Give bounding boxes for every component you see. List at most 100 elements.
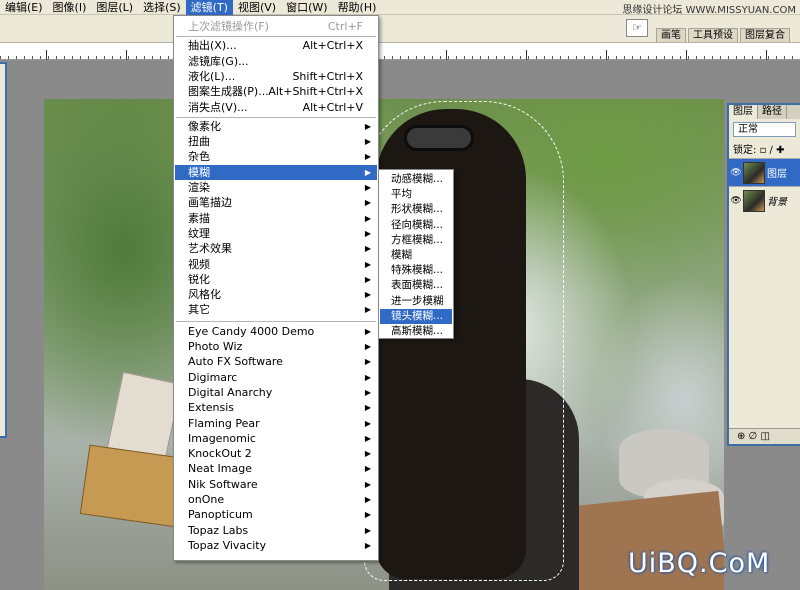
menu-edit[interactable]: 编辑(E) xyxy=(0,0,48,15)
menu-view[interactable]: 视图(V) xyxy=(233,0,281,15)
blur-submenu-item[interactable]: 镜头模糊... xyxy=(380,308,452,324)
filter-menu-item-label: 艺术效果 xyxy=(188,242,232,256)
tab-layer-comps[interactable]: 图层复合 xyxy=(740,28,790,42)
filter-menu-item-label: 扭曲 xyxy=(188,135,210,149)
lock-icons[interactable]: ▫ ∕ ✚ xyxy=(760,145,785,156)
eye-icon[interactable]: 👁 xyxy=(729,168,743,178)
filter-menu-item-label: Nik Software xyxy=(188,477,258,491)
lock-row: 锁定: ▫ ∕ ✚ xyxy=(733,141,796,156)
submenu-arrow-icon: ▶ xyxy=(364,525,371,535)
eye-icon[interactable]: 👁 xyxy=(729,196,743,206)
filter-menu-item[interactable]: 杂色 ▶ xyxy=(175,149,377,164)
filter-menu-item-label: Panopticum xyxy=(188,508,253,522)
filter-menu-item-label: 锐化 xyxy=(188,272,210,286)
submenu-arrow-icon: ▶ xyxy=(364,449,371,459)
layers-panel-footer[interactable]: ⊕ ∅ ◫ xyxy=(729,428,800,444)
filter-menu-item-label: 抽出(X)... xyxy=(188,39,237,53)
blur-submenu-item[interactable]: 特殊模糊... xyxy=(380,263,452,278)
layer-thumbnail xyxy=(743,161,765,184)
menu-layer[interactable]: 图层(L) xyxy=(91,0,138,15)
filter-menu-item[interactable]: KnockOut 2 ▶ xyxy=(175,446,377,461)
submenu-arrow-icon: ▶ xyxy=(364,433,371,443)
filter-menu-item[interactable]: 艺术效果 ▶ xyxy=(175,241,377,256)
filter-menu-item[interactable]: Panopticum ▶ xyxy=(175,507,377,522)
filter-menu-item[interactable]: 视频 ▶ xyxy=(175,257,377,272)
blend-mode-select[interactable]: 正常 xyxy=(733,122,796,137)
filter-menu-item[interactable]: Extensis ▶ xyxy=(175,400,377,415)
filter-menu-item[interactable]: 风格化 ▶ xyxy=(175,287,377,302)
palette-well-icon[interactable]: ☞ xyxy=(626,19,648,37)
filter-menu-item[interactable]: 纹理 ▶ xyxy=(175,226,377,241)
ruler-tick xyxy=(686,50,687,60)
blur-submenu-item[interactable]: 表面模糊... xyxy=(380,278,452,293)
submenu-arrow-icon: ▶ xyxy=(364,167,371,177)
ruler-tick xyxy=(126,50,127,60)
filter-menu-item[interactable]: 画笔描边 ▶ xyxy=(175,195,377,210)
submenu-arrow-icon: ▶ xyxy=(364,290,371,300)
menu-filter[interactable]: 滤镜(T) xyxy=(185,0,233,15)
filter-menu-item[interactable]: 锐化 ▶ xyxy=(175,272,377,287)
filter-menu-item-label: 渲染 xyxy=(188,181,210,194)
filter-menu-item[interactable]: Flaming Pear ▶ xyxy=(175,416,377,431)
filter-menu-item[interactable]: Photo Wiz ▶ xyxy=(175,339,377,354)
submenu-arrow-icon: ▶ xyxy=(364,121,371,131)
blur-submenu-item[interactable]: 高斯模糊... xyxy=(380,324,452,339)
filter-menu-item[interactable]: Neat Image ▶ xyxy=(175,461,377,476)
filter-menu-item[interactable]: Digital Anarchy ▶ xyxy=(175,385,377,400)
filter-menu-item[interactable]: Digimarc ▶ xyxy=(175,370,377,385)
menu-help[interactable]: 帮助(H) xyxy=(333,0,382,15)
filter-menu-item[interactable]: 其它 ▶ xyxy=(175,302,377,317)
filter-menu-item[interactable]: 素描 ▶ xyxy=(175,211,377,226)
tab-brushes[interactable]: 画笔 xyxy=(656,28,686,42)
filter-menu-item[interactable]: Topaz Vivacity ▶ xyxy=(175,538,377,553)
layer-name: 背景 xyxy=(767,197,787,208)
menu-window[interactable]: 窗口(W) xyxy=(281,0,332,15)
submenu-arrow-icon: ▶ xyxy=(364,228,371,238)
filter-menu-item-label: Auto FX Software xyxy=(188,355,283,369)
submenu-arrow-icon: ▶ xyxy=(364,183,371,192)
ruler-tick xyxy=(606,50,607,60)
filter-menu-item[interactable]: 液化(L)... Shift+Ctrl+X xyxy=(175,69,377,84)
filter-menu-item[interactable]: Nik Software ▶ xyxy=(175,477,377,492)
menu-bar: 编辑(E) 图像(I) 图层(L) 选择(S) 滤镜(T) 视图(V) 窗口(W… xyxy=(0,0,800,16)
blur-submenu-item[interactable]: 径向模糊... xyxy=(380,218,452,233)
layer-name: 图层 xyxy=(767,169,787,180)
blur-submenu-item[interactable]: 平均 xyxy=(380,187,452,202)
filter-menu-item[interactable]: 渲染 ▶ xyxy=(175,180,377,195)
menu-image[interactable]: 图像(I) xyxy=(48,0,92,15)
blur-submenu-item[interactable]: 动感模糊... xyxy=(380,172,452,187)
ruler-tick xyxy=(46,50,47,60)
tools-panel-edge xyxy=(0,62,7,438)
filter-menu-item[interactable]: Topaz Labs ▶ xyxy=(175,523,377,538)
menu-separator xyxy=(176,116,376,118)
filter-menu-item-label: Photo Wiz xyxy=(188,340,243,353)
filter-menu-item[interactable]: 模糊 ▶ xyxy=(175,164,377,180)
filter-menu-item[interactable]: 消失点(V)... Alt+Ctrl+V xyxy=(175,100,377,115)
blur-submenu-item[interactable]: 形状模糊... xyxy=(380,202,452,217)
filter-menu-item[interactable]: onOne ▶ xyxy=(175,492,377,507)
layers-panel: 图层 路径 正常 锁定: ▫ ∕ ✚ 👁 图层 👁 背景 ⊕ ∅ ◫ xyxy=(727,103,800,446)
submenu-arrow-icon: ▶ xyxy=(364,510,371,520)
filter-menu-item-label: Flaming Pear xyxy=(188,416,260,430)
filter-menu-item[interactable]: Imagenomic ▶ xyxy=(175,431,377,446)
tab-tool-presets[interactable]: 工具预设 xyxy=(688,28,738,42)
blur-submenu-item[interactable]: 模糊 xyxy=(380,248,452,263)
filter-menu-item[interactable]: Eye Candy 4000 Demo ▶ xyxy=(175,324,377,339)
blur-submenu-item[interactable]: 方框模糊... xyxy=(380,233,452,248)
filter-menu-item-label: 模糊 xyxy=(188,165,210,179)
filter-menu-item[interactable]: 图案生成器(P)... Alt+Shift+Ctrl+X xyxy=(175,84,377,99)
menu-select[interactable]: 选择(S) xyxy=(138,0,186,15)
tab-paths[interactable]: 路径 xyxy=(758,105,787,119)
filter-menu-item-label: 图案生成器(P)... xyxy=(188,85,269,99)
filter-menu-item[interactable]: 抽出(X)... Alt+Ctrl+X xyxy=(175,38,377,53)
filter-menu-item[interactable]: Auto FX Software ▶ xyxy=(175,354,377,369)
filter-menu-item[interactable]: 扭曲 ▶ xyxy=(175,134,377,149)
horizontal-ruler xyxy=(0,43,800,60)
layer-row[interactable]: 👁 背景 xyxy=(729,186,800,214)
filter-menu-item[interactable]: 滤镜库(G)... xyxy=(175,54,377,69)
filter-menu-item[interactable]: 像素化 ▶ xyxy=(175,119,377,134)
tab-layers[interactable]: 图层 xyxy=(729,105,758,119)
blur-submenu-item[interactable]: 进一步模糊 xyxy=(380,294,452,309)
submenu-arrow-icon: ▶ xyxy=(364,198,371,208)
layer-row[interactable]: 👁 图层 xyxy=(729,158,800,186)
